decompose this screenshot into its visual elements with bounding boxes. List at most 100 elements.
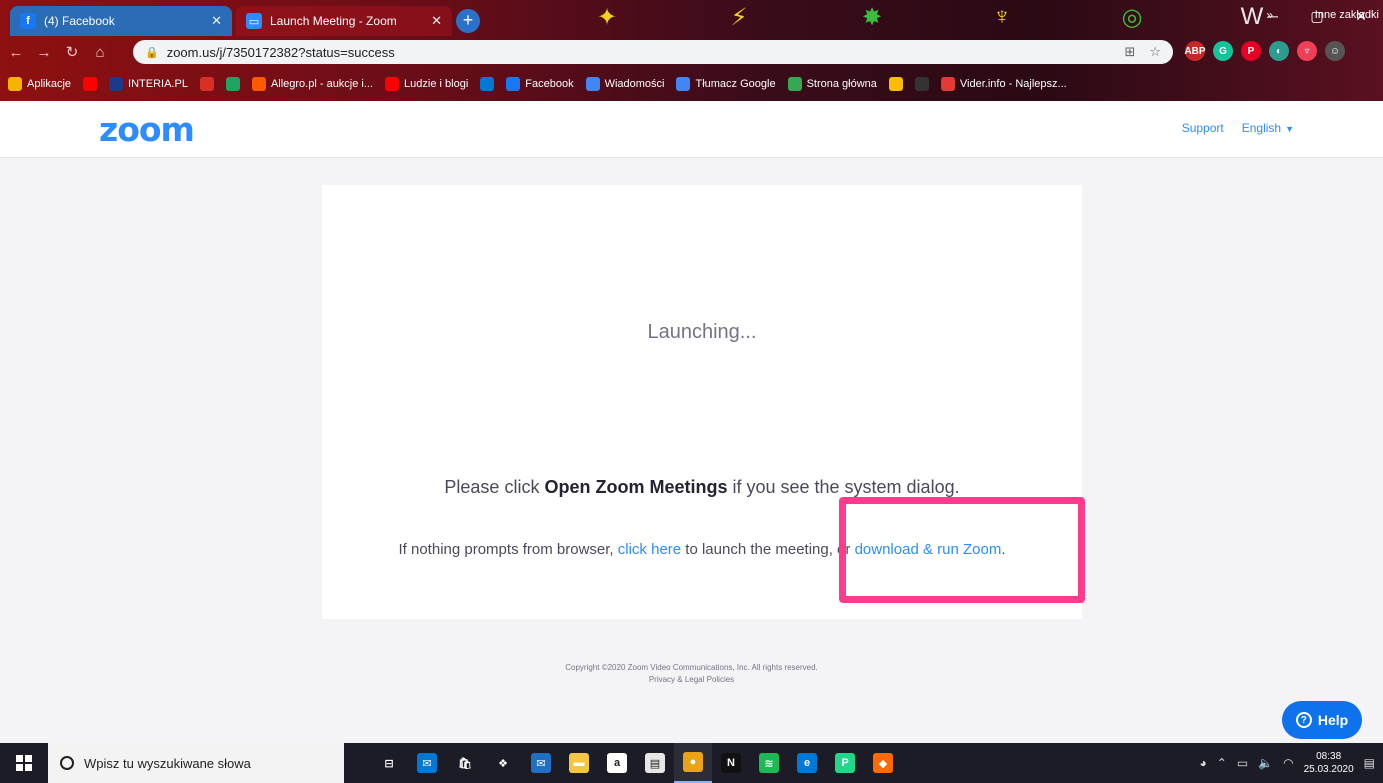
more-bookmarks-icon[interactable]: » — [1266, 8, 1273, 22]
profile-avatar-icon[interactable]: ☺ — [1325, 41, 1345, 61]
aquaman-theme-icon: ♆ — [993, 3, 1011, 30]
fallback-middle: to launch the meeting, or — [681, 541, 855, 558]
bookmark-label: Aplikacje — [27, 78, 72, 90]
highlight-annotation-box — [839, 497, 1085, 603]
mail-icon[interactable]: ✉ — [522, 743, 560, 783]
taskbar-search[interactable]: Wpisz tu wyszukiwane słowa — [48, 743, 344, 783]
notepad-icon[interactable]: ▤ — [636, 743, 674, 783]
bookmark-item[interactable] — [888, 77, 903, 91]
netflix-icon[interactable]: N — [712, 743, 750, 783]
translate-icon — [676, 77, 691, 91]
start-button[interactable] — [0, 743, 48, 783]
click-here-link[interactable]: click here — [618, 541, 681, 558]
close-icon[interactable]: ✕ — [431, 13, 442, 29]
bookmark-item[interactable] — [225, 77, 240, 91]
bookmark-item[interactable] — [480, 77, 495, 91]
bookmark-item[interactable] — [914, 77, 929, 91]
app-orange-icon[interactable]: ◆ — [864, 743, 902, 783]
new-tab-button[interactable]: + — [456, 9, 480, 33]
zoom-favicon-icon: ▭ — [246, 13, 262, 29]
bookmark-label: Wiadomości — [604, 78, 665, 90]
forward-icon[interactable]: → — [32, 40, 56, 64]
grid-icon — [8, 77, 22, 91]
pocket-icon[interactable]: ▿ — [1297, 41, 1317, 61]
app-glyph: 🛍 — [455, 753, 475, 773]
help-label: Help — [1317, 712, 1349, 728]
spotify-icon[interactable]: ≋ — [750, 743, 788, 783]
chrome-icon — [888, 77, 903, 91]
bookmark-item[interactable]: Strona główna — [787, 77, 877, 91]
translate-icon[interactable]: ⊞ — [1124, 44, 1135, 60]
minimize-icon[interactable]: ─ — [1251, 0, 1295, 32]
bookmark-item[interactable] — [199, 77, 214, 91]
home-icon[interactable]: ⌂ — [88, 40, 112, 64]
lantern-theme-icon: ✸ — [861, 3, 883, 31]
bookmark-item[interactable]: Vider.info - Najlepsz... — [940, 77, 1067, 91]
outlook-app-icon[interactable]: ✉ — [408, 743, 446, 783]
adblock-icon[interactable]: ABP — [1184, 41, 1206, 61]
pinterest-icon[interactable]: P — [1241, 41, 1261, 61]
bookmark-item[interactable]: Aplikacje — [8, 77, 71, 91]
google-icon — [585, 77, 600, 91]
bookmark-item[interactable]: Facebook — [506, 77, 574, 91]
instruction-prefix: Please click — [444, 477, 545, 497]
interia-icon — [109, 77, 124, 91]
tab-facebook[interactable]: f (4) Facebook ✕ — [10, 6, 232, 36]
browser-chrome: f (4) Facebook ✕ ▭ Launch Meeting - Zoom… — [0, 0, 1383, 101]
explorer-icon[interactable]: ▬ — [560, 743, 598, 783]
app-glyph: ● — [683, 752, 703, 772]
wifi-icon[interactable]: ◠ — [1283, 756, 1293, 770]
bookmark-label: Vider.info - Najlepsz... — [959, 78, 1067, 90]
zoom-logo[interactable]: zoom — [99, 110, 195, 149]
chevron-up-icon[interactable]: ⌃ — [1217, 756, 1227, 770]
task-view-icon[interactable]: ⊟ — [370, 743, 408, 783]
bookmark-item[interactable]: Ludzie i blogi — [385, 77, 468, 91]
bookmark-label: Strona główna — [806, 78, 877, 90]
search-icon — [60, 756, 74, 770]
notifications-icon[interactable]: ▤ — [1364, 756, 1375, 770]
clock-time: 08:38 — [1316, 751, 1342, 762]
app-glyph: ✉ — [531, 753, 551, 773]
privacy-legal-link[interactable]: Privacy & Legal Policies — [0, 674, 1383, 686]
chrome-app-icon[interactable]: ● — [674, 743, 712, 783]
launching-status: Launching... — [647, 321, 757, 343]
app-glyph: ▬ — [569, 753, 589, 773]
bookmark-item[interactable]: INTERIA.PL — [109, 77, 188, 91]
store-icon[interactable]: 🛍 — [446, 743, 484, 783]
close-icon[interactable]: ✕ — [211, 13, 222, 29]
system-tray: ◕ ⌃ ▭ 🔈 ◠ 08:38 25.03.2020 ▤ — [1200, 743, 1383, 783]
caret-down-icon: ▼ — [1285, 124, 1294, 134]
app-glyph: ✉ — [417, 753, 437, 773]
tab-title: (4) Facebook — [44, 14, 115, 28]
fallback-prefix: If nothing prompts from browser, — [398, 541, 618, 558]
amazon-icon[interactable]: a — [598, 743, 636, 783]
bookmark-item[interactable] — [83, 77, 98, 91]
bookmark-item[interactable]: Tłumacz Google — [676, 77, 776, 91]
address-bar[interactable]: 🔒 zoom.us/j/7350172382?status=success ⊞ … — [133, 40, 1173, 64]
people-icon[interactable]: ◕ — [1200, 756, 1207, 770]
back-icon[interactable]: ← — [4, 40, 28, 64]
tab-strip: f (4) Facebook ✕ ▭ Launch Meeting - Zoom… — [0, 0, 1383, 37]
windows-taskbar: Wpisz tu wyszukiwane słowa ⊟ ✉ 🛍 ❖ ✉ ▬ a ▤ ● N ≋ e P… — [0, 743, 1383, 783]
reload-icon[interactable]: ↻ — [60, 40, 84, 64]
tab-launch-meeting-zoom[interactable]: ▭ Launch Meeting - Zoom ✕ — [236, 6, 452, 36]
clock[interactable]: 08:38 25.03.2020 — [1304, 750, 1354, 776]
grammarly-icon[interactable]: G — [1213, 41, 1233, 61]
other-bookmarks-label: Inne zakładki — [1314, 9, 1379, 21]
home-icon — [787, 77, 802, 91]
support-link[interactable]: Support — [1182, 121, 1224, 135]
battery-icon[interactable]: ▭ — [1237, 756, 1248, 770]
edge-icon[interactable]: e — [788, 743, 826, 783]
volume-icon[interactable]: 🔈 — [1258, 756, 1273, 770]
bookmark-item[interactable]: Allegro.pl - aukcje i... — [251, 77, 373, 91]
help-button[interactable]: ? Help — [1282, 701, 1362, 739]
url-text: zoom.us/j/7350172382?status=success — [166, 44, 395, 60]
other-bookmarks-folder[interactable]: Inne zakładki — [1310, 9, 1379, 21]
extension-icon[interactable]: ◐ — [1269, 41, 1289, 61]
pycharm-icon[interactable]: P — [826, 743, 864, 783]
language-dropdown[interactable]: English ▼ — [1242, 121, 1294, 135]
star-icon[interactable]: ☆ — [1149, 44, 1161, 60]
bookmark-label: Tłumacz Google — [695, 78, 776, 90]
dropbox-icon[interactable]: ❖ — [484, 743, 522, 783]
bookmark-item[interactable]: Wiadomości — [585, 77, 665, 91]
